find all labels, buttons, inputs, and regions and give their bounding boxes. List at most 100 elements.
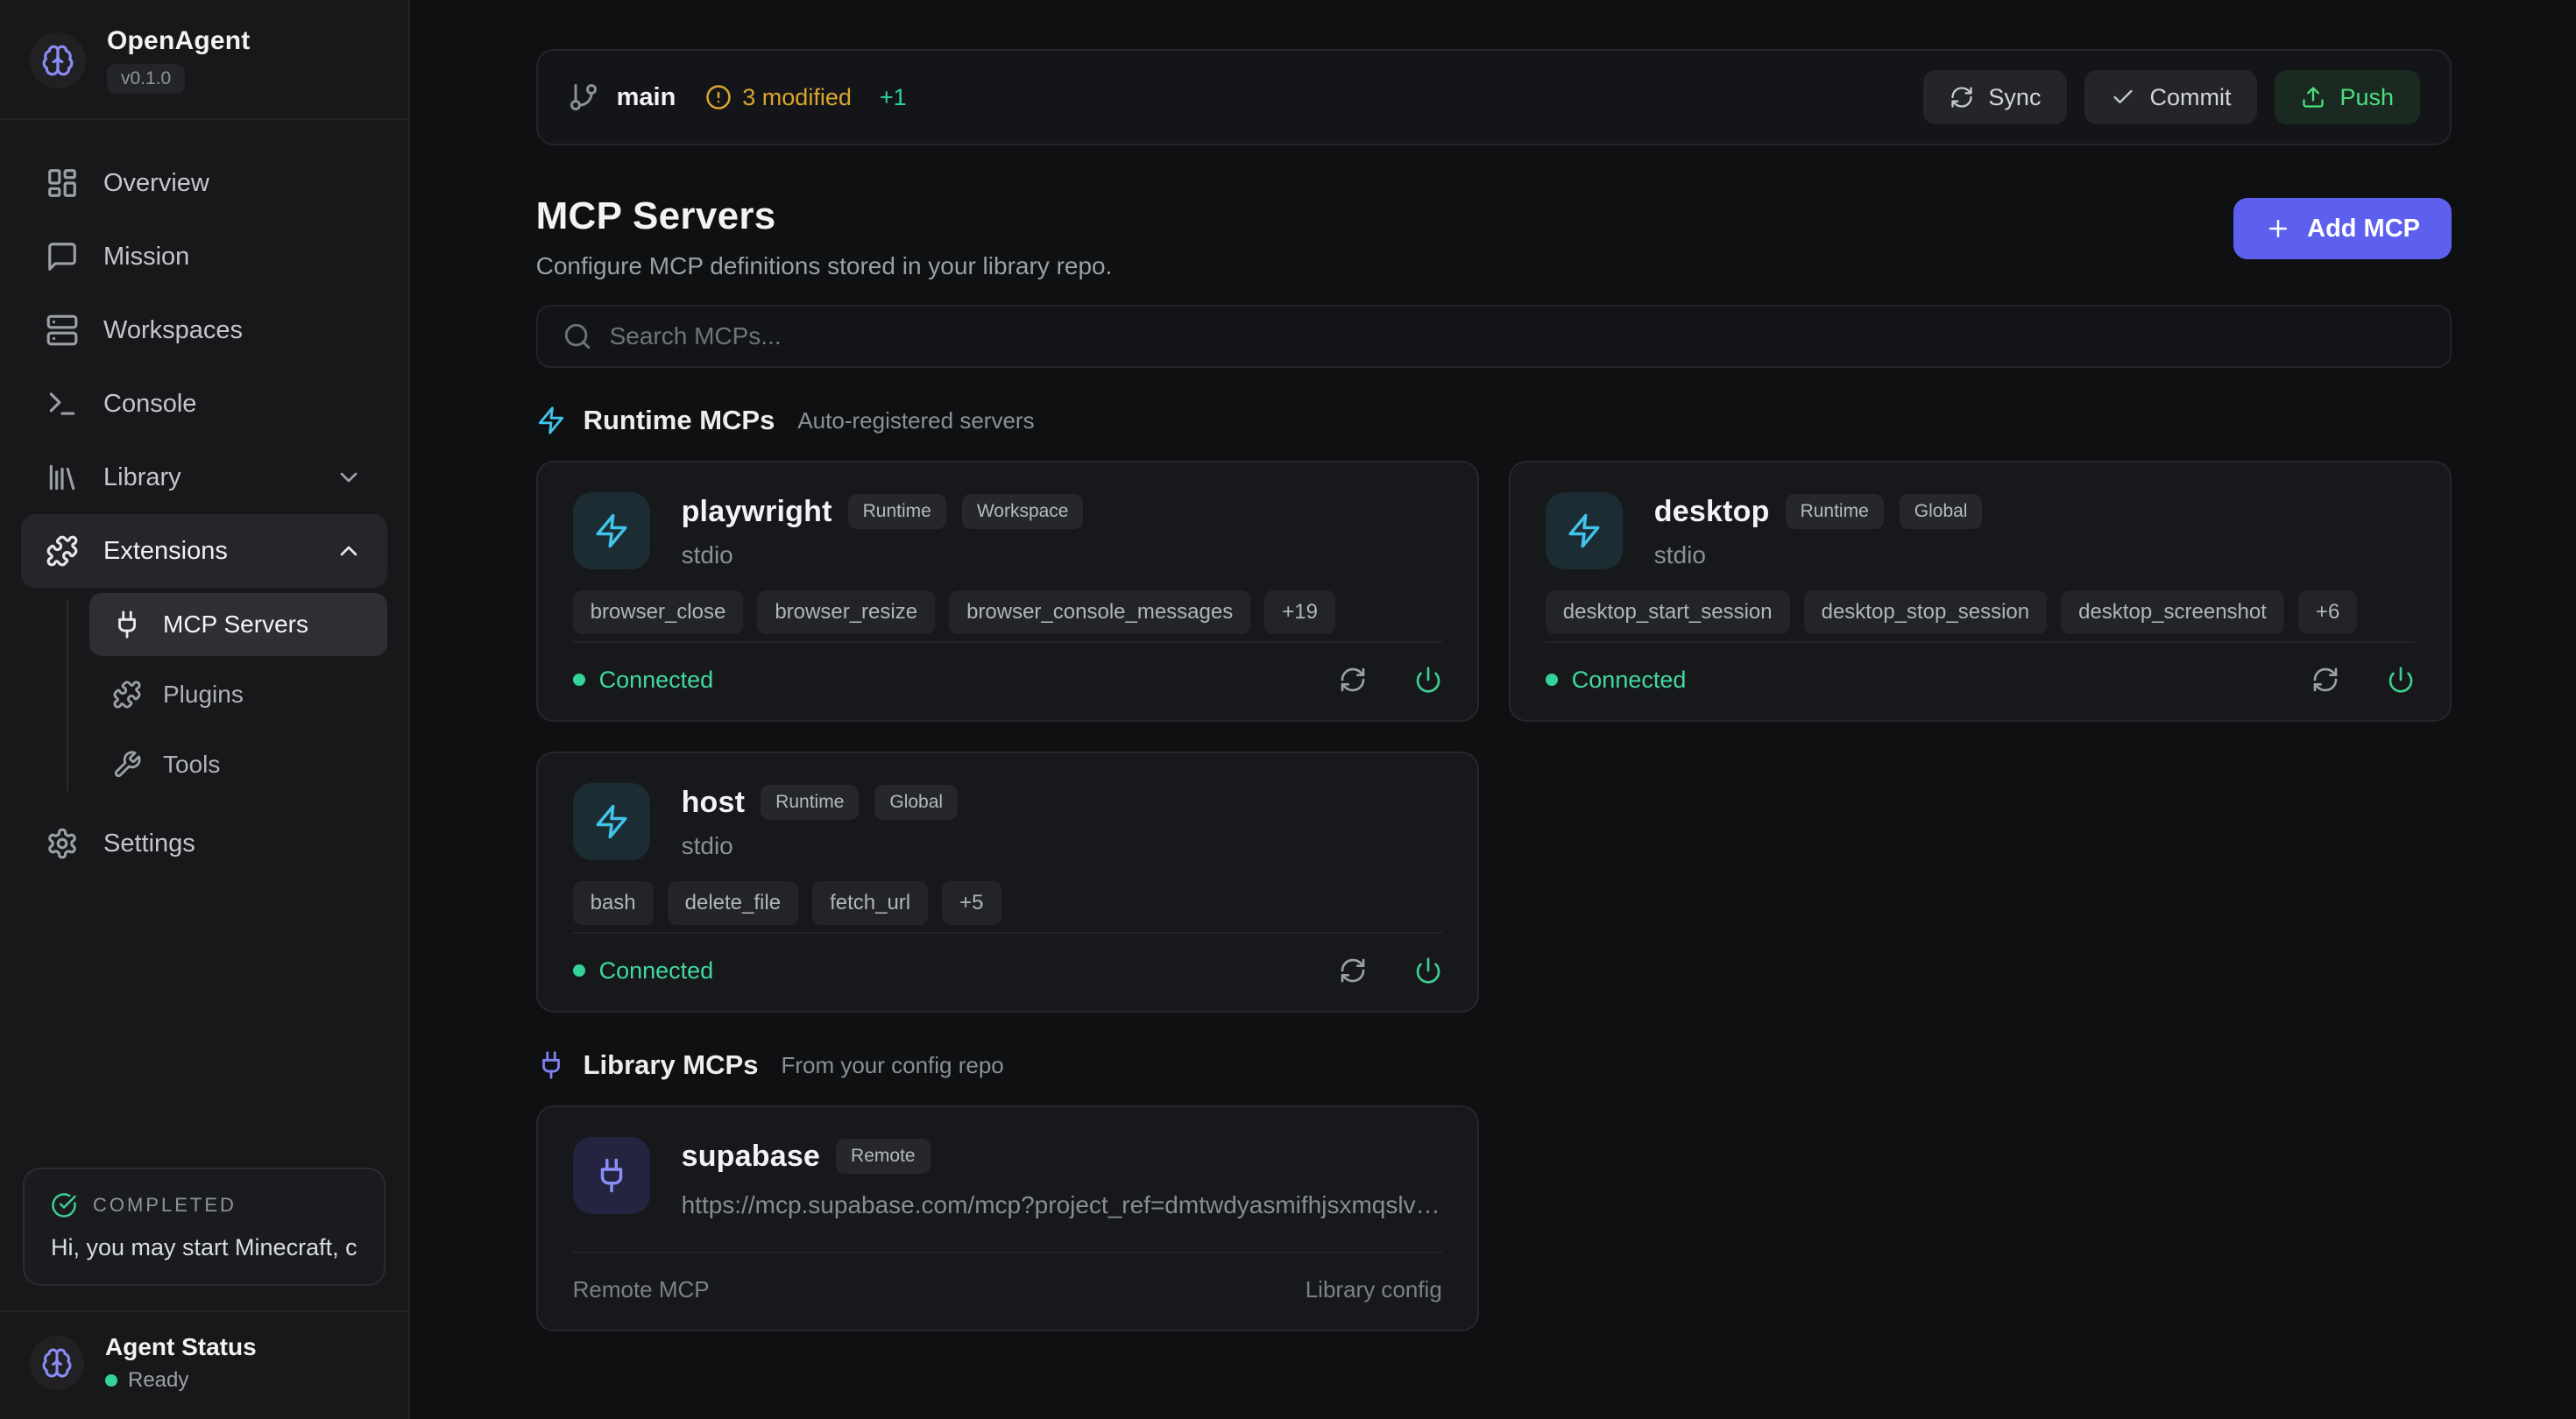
runtime-section-header: Runtime MCPs Auto-registered servers bbox=[536, 405, 2452, 436]
status-label: Connected bbox=[1572, 667, 1687, 694]
transport-type: stdio bbox=[1654, 541, 1983, 569]
sidebar-item-settings[interactable]: Settings bbox=[21, 807, 387, 880]
add-mcp-button[interactable]: Add MCP bbox=[2233, 198, 2452, 259]
sidebar-item-label: Tools bbox=[163, 751, 220, 779]
connection-status: Connected bbox=[573, 667, 714, 694]
sidebar-item-workspaces[interactable]: Workspaces bbox=[21, 293, 387, 367]
sidebar-item-extensions[interactable]: Extensions bbox=[21, 514, 387, 588]
power-button[interactable] bbox=[1414, 666, 1442, 694]
mcp-card-playwright[interactable]: playwright Runtime Workspace stdio brows… bbox=[536, 461, 1479, 722]
power-icon bbox=[1414, 666, 1442, 694]
completed-header: COMPLETED bbox=[51, 1192, 357, 1218]
agent-status-bar: Agent Status Ready bbox=[0, 1310, 408, 1419]
badge-runtime: Runtime bbox=[848, 494, 946, 529]
badge-global: Global bbox=[874, 785, 958, 820]
version-badge: v0.1.0 bbox=[107, 64, 185, 94]
commit-label: Commit bbox=[2149, 84, 2231, 111]
brand-text: OpenAgent v0.1.0 bbox=[107, 26, 250, 94]
chevron-up-icon bbox=[335, 537, 363, 565]
more-tags-count[interactable]: +6 bbox=[2298, 590, 2357, 634]
agent-state-label: Ready bbox=[128, 1368, 188, 1393]
puzzle-icon bbox=[46, 534, 79, 568]
section-title: Library MCPs bbox=[584, 1049, 759, 1081]
dashboard-icon bbox=[46, 166, 79, 200]
sync-button[interactable]: Sync bbox=[1923, 70, 2067, 124]
branch-name: main bbox=[617, 83, 676, 112]
sidebar-item-label: Overview bbox=[103, 169, 209, 198]
restart-button[interactable] bbox=[2311, 666, 2339, 694]
modified-indicator: 3 modified bbox=[705, 84, 852, 111]
card-header: supabase Remote https://mcp.supabase.com… bbox=[573, 1137, 1442, 1219]
tool-tags: bash delete_file fetch_url +5 bbox=[573, 881, 1442, 925]
more-tags-count[interactable]: +19 bbox=[1264, 590, 1335, 634]
transport-type: stdio bbox=[682, 541, 1084, 569]
status-dot bbox=[105, 1374, 117, 1387]
check-icon bbox=[2111, 85, 2135, 109]
search-bar bbox=[536, 305, 2452, 368]
library-icon bbox=[46, 461, 79, 494]
sidebar-item-overview[interactable]: Overview bbox=[21, 146, 387, 220]
app-window: OpenAgent v0.1.0 Overview Mission Worksp… bbox=[0, 0, 2576, 1419]
mcp-card-desktop[interactable]: desktop Runtime Global stdio desktop_sta… bbox=[1509, 461, 2452, 722]
connection-status: Connected bbox=[573, 957, 714, 985]
upload-icon bbox=[2301, 85, 2325, 109]
library-mcp-grid: supabase Remote https://mcp.supabase.com… bbox=[536, 1105, 2452, 1331]
commit-button[interactable]: Commit bbox=[2084, 70, 2257, 124]
card-footer: Connected bbox=[573, 932, 1442, 985]
refresh-icon bbox=[1339, 666, 1367, 694]
sync-icon bbox=[1950, 85, 1974, 109]
sidebar-item-console[interactable]: Console bbox=[21, 367, 387, 441]
sidebar-item-plugins[interactable]: Plugins bbox=[89, 663, 387, 726]
push-label: Push bbox=[2339, 84, 2394, 111]
push-button[interactable]: Push bbox=[2275, 70, 2420, 124]
mcp-card-host[interactable]: host Runtime Global stdio bash delete_fi… bbox=[536, 752, 1479, 1013]
status-label: Connected bbox=[599, 667, 714, 694]
sidebar-item-label: Console bbox=[103, 390, 196, 419]
tool-tag: desktop_start_session bbox=[1546, 590, 1790, 634]
search-input[interactable] bbox=[610, 322, 2425, 350]
sidebar-item-mcp-servers[interactable]: MCP Servers bbox=[89, 593, 387, 656]
page-title: MCP Servers bbox=[536, 194, 1113, 238]
card-footer: Remote MCP Library config bbox=[573, 1252, 1442, 1303]
more-tags-count[interactable]: +5 bbox=[942, 881, 1001, 925]
mcp-name: supabase bbox=[682, 1140, 820, 1174]
badge-runtime: Runtime bbox=[761, 785, 859, 820]
sidebar-item-label: Settings bbox=[103, 830, 195, 858]
page-header: MCP Servers Configure MCP definitions st… bbox=[536, 194, 2452, 280]
added-count: +1 bbox=[880, 84, 907, 111]
page-subtitle: Configure MCP definitions stored in your… bbox=[536, 252, 1113, 280]
refresh-icon bbox=[1339, 957, 1367, 985]
badge-workspace: Workspace bbox=[962, 494, 1084, 529]
sidebar-item-label: Extensions bbox=[103, 537, 228, 566]
power-button[interactable] bbox=[1414, 957, 1442, 985]
agent-status-text: Agent Status Ready bbox=[105, 1333, 257, 1393]
sidebar-item-tools[interactable]: Tools bbox=[89, 733, 387, 796]
tool-tag: bash bbox=[573, 881, 654, 925]
main-content: main 3 modified +1 Sync Commit Push bbox=[410, 0, 2576, 1419]
power-button[interactable] bbox=[2387, 666, 2415, 694]
sidebar-nav: Overview Mission Workspaces Console Libr… bbox=[0, 120, 408, 880]
sidebar-item-mission[interactable]: Mission bbox=[21, 220, 387, 293]
connection-status: Connected bbox=[1546, 667, 1687, 694]
wrench-icon bbox=[112, 750, 142, 780]
restart-button[interactable] bbox=[1339, 666, 1367, 694]
completed-message: Hi, you may start Minecraft, c bbox=[51, 1234, 357, 1261]
card-header: host Runtime Global stdio bbox=[573, 783, 1442, 860]
restart-button[interactable] bbox=[1339, 957, 1367, 985]
library-section-header: Library MCPs From your config repo bbox=[536, 1049, 2452, 1081]
mcp-card-supabase[interactable]: supabase Remote https://mcp.supabase.com… bbox=[536, 1105, 1479, 1331]
zap-icon bbox=[573, 492, 650, 569]
sidebar-item-label: Workspaces bbox=[103, 316, 243, 345]
sidebar-item-library[interactable]: Library bbox=[21, 441, 387, 514]
git-actions: Sync Commit Push bbox=[1923, 70, 2420, 124]
section-subtitle: From your config repo bbox=[781, 1052, 1003, 1079]
tool-tag: delete_file bbox=[668, 881, 798, 925]
extensions-subnav: MCP Servers Plugins Tools bbox=[67, 593, 387, 803]
completed-status-card[interactable]: COMPLETED Hi, you may start Minecraft, c bbox=[23, 1168, 386, 1286]
plus-icon bbox=[2265, 215, 2291, 242]
tool-tag: fetch_url bbox=[812, 881, 928, 925]
chevron-down-icon bbox=[335, 463, 363, 491]
app-title: OpenAgent bbox=[107, 26, 250, 56]
refresh-icon bbox=[2311, 666, 2339, 694]
page-header-text: MCP Servers Configure MCP definitions st… bbox=[536, 194, 1113, 280]
